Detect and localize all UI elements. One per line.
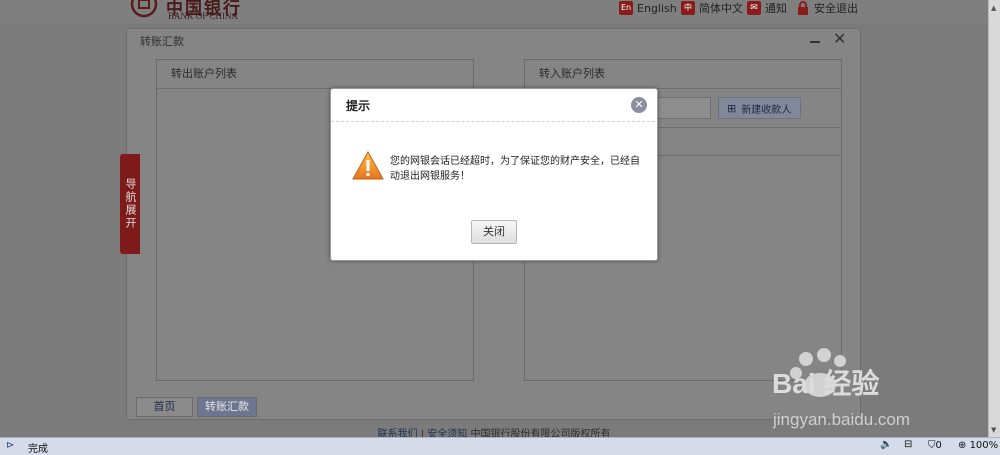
logout-link[interactable]: 安全退出 — [796, 0, 858, 16]
speaker-icon[interactable]: 🔈 — [880, 439, 892, 450]
payee-search-input[interactable] — [656, 97, 711, 119]
english-label: English — [637, 1, 677, 15]
new-payee-button[interactable]: ⊞ 新建收款人 — [718, 97, 801, 119]
scroll-up-icon[interactable]: ▲ — [991, 4, 996, 12]
target-panel-title: 转入账户列表 — [525, 60, 841, 89]
status-page-icon: ⊳ — [6, 440, 15, 451]
logout-label: 安全退出 — [814, 2, 858, 15]
nav-expand-tab[interactable]: 导航展开 — [120, 154, 140, 254]
minimize-icon[interactable] — [810, 33, 822, 45]
zoom-level: 100% — [969, 440, 999, 451]
tab-home[interactable]: 首页 — [136, 397, 193, 417]
chinese-label: 简体中文 — [699, 2, 743, 15]
dialog-title: 提示 — [346, 99, 371, 113]
status-bar: ⊳ 完成 🔈 ⊟ ⛉0 ⊕ 100% — [0, 437, 1000, 455]
package-icon[interactable]: ⊟ — [904, 439, 912, 450]
shield-icon[interactable]: ⛉0 — [928, 440, 942, 451]
vertical-scrollbar[interactable]: ▲ ▼ — [988, 0, 1000, 437]
new-payee-label: 新建收款人 — [741, 104, 792, 116]
source-panel-title: 转出账户列表 — [157, 60, 473, 89]
bank-logo-icon — [130, 0, 158, 18]
lock-icon — [798, 1, 808, 15]
logo-english: BANK OF CHINA — [168, 11, 239, 21]
window-close-icon[interactable]: ✕ — [833, 31, 846, 47]
dialog-message: 您的网银会话已经超时，为了保证您的财产安全，已经自动退出网银服务！ — [390, 156, 640, 182]
dialog-close-icon[interactable]: ✕ — [631, 97, 647, 113]
scroll-down-icon[interactable]: ▼ — [991, 426, 996, 434]
status-text: 完成 — [28, 444, 48, 455]
notice-link[interactable]: ✉ 通知 — [747, 0, 787, 16]
watermark-brand: Bai 经验 — [772, 368, 880, 399]
watermark-url: jingyan.baidu.com — [773, 410, 911, 429]
close-button[interactable]: 关闭 — [471, 220, 517, 244]
tab-transfer[interactable]: 转账汇款 — [197, 397, 257, 417]
warning-icon — [352, 151, 384, 180]
shield-count: 0 — [935, 440, 942, 451]
add-icon: ⊞ — [727, 101, 737, 115]
notice-label: 通知 — [765, 2, 787, 15]
zoom-control[interactable]: ⊕ 100% — [958, 440, 998, 451]
zh-icon: 中 — [681, 1, 695, 15]
mail-icon: ✉ — [747, 1, 761, 15]
window-title: 转账汇款 — [140, 35, 184, 48]
english-link[interactable]: En English — [619, 0, 677, 16]
en-icon: En — [619, 1, 633, 15]
dialog-divider — [331, 121, 655, 122]
chinese-link[interactable]: 中 简体中文 — [681, 0, 743, 16]
